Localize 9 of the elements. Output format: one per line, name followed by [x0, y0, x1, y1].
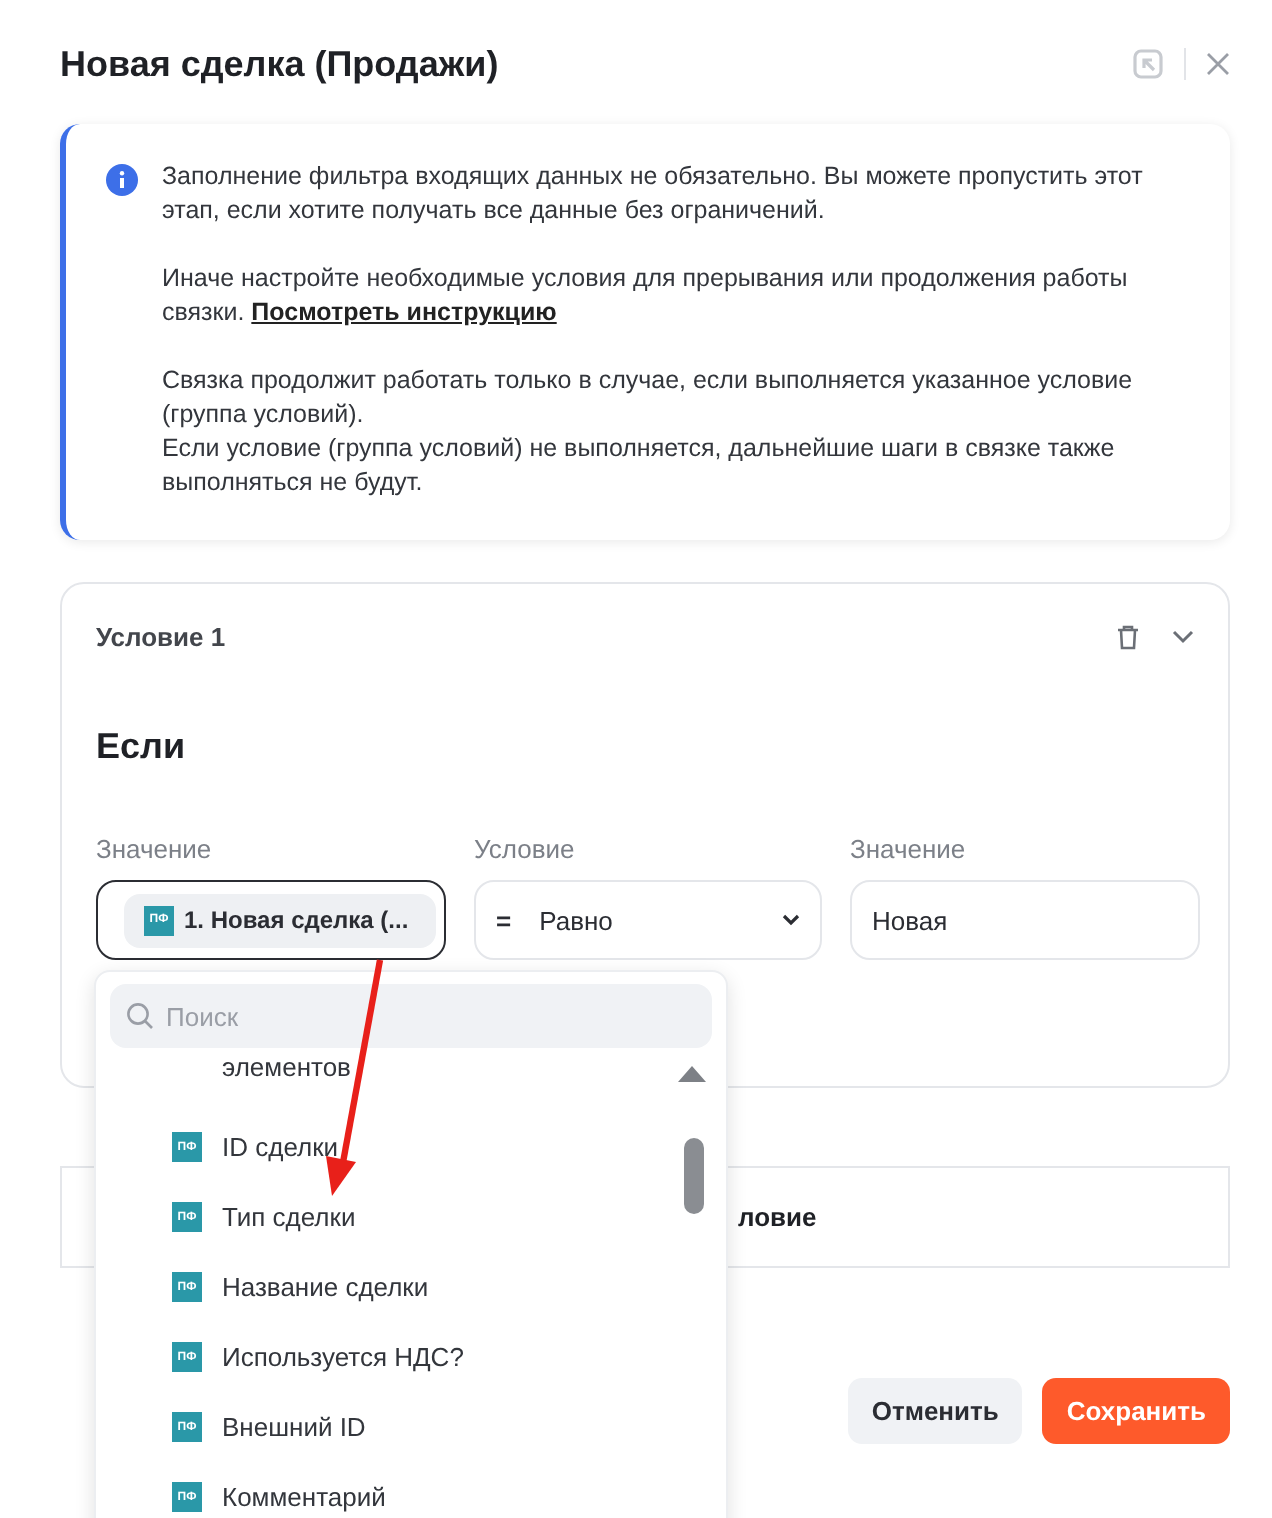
if-heading: Если — [96, 726, 188, 768]
field-label: Значение — [850, 834, 968, 864]
info-text: Связка продолжит работать только в случае, если выполняется указанное условие (группа условий). Если условие (группа условий) не выполняется, дальнейшие шаги в связке также выполняться не будут. — [162, 364, 1135, 500]
field-label: Значение — [96, 834, 214, 864]
window-title: Новая сделка (Продажи) — [60, 43, 499, 85]
info-text: Иначе настройте необходимые условия для прерывания или продолжения работы связки. Посмотреть инструкцию — [162, 262, 1130, 330]
info-text: Заполнение фильтра входящих данных не обязательно. Вы можете пропустить этот этап, если хотите получать все данные без ограничений. — [162, 160, 1145, 228]
condition-title: Условие 1 — [96, 622, 226, 652]
field-label: Условие — [474, 834, 577, 864]
